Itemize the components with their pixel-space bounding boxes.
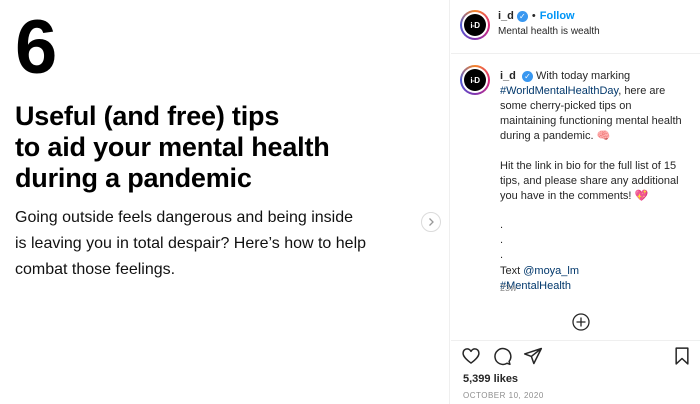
username-link[interactable]: i_d bbox=[498, 10, 514, 22]
comment-icon[interactable] bbox=[492, 346, 512, 366]
caption-body-2: Hit the link in bio for the full list of… bbox=[500, 160, 679, 202]
hashtag-link[interactable]: #WorldMentalHealthDay bbox=[500, 85, 618, 97]
subtext-line: is leaving you in total despair? Here’s … bbox=[15, 235, 367, 252]
tip-count-number: 6 bbox=[15, 5, 57, 90]
post-date: OCTOBER 10, 2020 bbox=[463, 391, 544, 400]
avatar[interactable]: i-D bbox=[460, 65, 490, 95]
caption-dot: . bbox=[500, 234, 504, 246]
subtext-line: Going outside feels dangerous and being … bbox=[15, 209, 354, 226]
avatar[interactable]: i-D bbox=[460, 10, 490, 40]
load-more-comments-icon[interactable] bbox=[572, 313, 590, 331]
post-subtext: Going outside feels dangerous and being … bbox=[15, 205, 415, 283]
headline-line: Useful (and free) tips bbox=[15, 101, 280, 131]
share-icon[interactable] bbox=[523, 346, 543, 366]
id-logo: i-D bbox=[464, 69, 486, 91]
separator-dot: • bbox=[531, 10, 536, 22]
header-subtitle: Mental health is wealth bbox=[498, 26, 600, 37]
post-time-ago[interactable]: 23w bbox=[500, 283, 517, 293]
text-credit-label: Text bbox=[500, 265, 524, 277]
verified-badge-icon: ✓ bbox=[516, 10, 528, 22]
verified-badge-icon: ✓ bbox=[521, 71, 533, 82]
chevron-right-icon bbox=[429, 218, 434, 226]
caption-text: i_d ✓ With today marking #WorldMentalHea… bbox=[500, 69, 690, 294]
caption-dot: . bbox=[500, 219, 504, 231]
likes-count[interactable]: 5,399 likes bbox=[463, 373, 518, 385]
next-slide-button[interactable] bbox=[421, 212, 441, 232]
post-header: i-D i_d ✓ • Follow Mental health is weal… bbox=[451, 0, 700, 54]
actions-bar: 5,399 likes OCTOBER 10, 2020 bbox=[451, 340, 700, 404]
caption-area: i-D i_d ✓ With today marking #WorldMenta… bbox=[451, 55, 700, 305]
mention-link[interactable]: @moya_lm bbox=[523, 265, 579, 277]
subtext-line: combat those feelings. bbox=[15, 261, 176, 278]
headline-line: during a pandemic bbox=[15, 163, 252, 193]
headline-line: to aid your mental health bbox=[15, 132, 330, 162]
post-sidebar: i-D i_d ✓ • Follow Mental health is weal… bbox=[451, 0, 700, 404]
post-headline: Useful (and free) tips to aid your menta… bbox=[15, 101, 435, 194]
caption-intro: With today marking bbox=[536, 70, 631, 82]
id-logo: i-D bbox=[464, 14, 486, 36]
heart-icon[interactable] bbox=[461, 346, 481, 366]
caption-dot: . bbox=[500, 249, 504, 261]
bookmark-icon[interactable] bbox=[672, 346, 692, 366]
post-image[interactable]: 6 Useful (and free) tips to aid your men… bbox=[0, 0, 450, 404]
follow-button[interactable]: Follow bbox=[540, 10, 575, 22]
caption-username[interactable]: i_d bbox=[500, 70, 516, 82]
heart-emoji: 💖 bbox=[634, 190, 649, 202]
brain-emoji: 🧠 bbox=[596, 130, 611, 142]
